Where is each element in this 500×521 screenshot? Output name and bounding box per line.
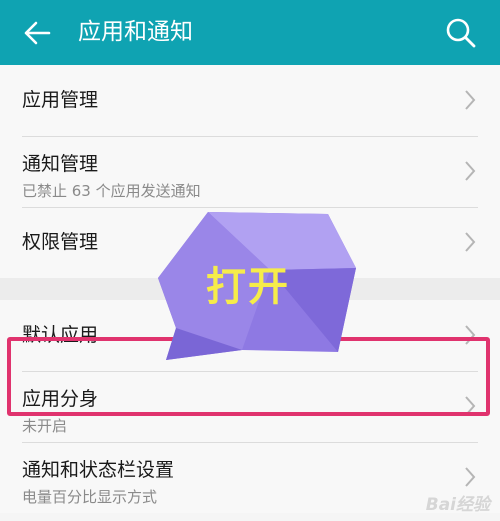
chevron-right-icon <box>465 232 476 252</box>
chevron-right-icon <box>465 467 476 487</box>
item-title: 应用管理 <box>22 89 99 111</box>
item-subtitle: 未开启 <box>22 417 68 435</box>
chevron-right-icon <box>465 161 476 181</box>
item-subtitle: 已禁止 63 个应用发送通知 <box>22 182 201 200</box>
chevron-right-icon <box>465 90 476 110</box>
item-subtitle: 电量百分比显示方式 <box>22 488 158 506</box>
back-arrow-icon[interactable] <box>22 18 52 48</box>
item-title: 通知管理 <box>22 153 99 175</box>
page-title: 应用和通知 <box>78 19 193 45</box>
list-item-notification-management[interactable]: 通知管理 已禁止 63 个应用发送通知 <box>0 136 500 207</box>
item-title: 权限管理 <box>22 231 99 253</box>
watermark: Bai经验 <box>425 495 490 515</box>
callout-label: 打开 <box>206 264 290 310</box>
search-icon[interactable] <box>444 16 478 50</box>
item-title: 通知和状态栏设置 <box>22 459 175 481</box>
list-item-app-management[interactable]: 应用管理 <box>0 65 500 136</box>
app-bar: 应用和通知 <box>0 0 500 65</box>
